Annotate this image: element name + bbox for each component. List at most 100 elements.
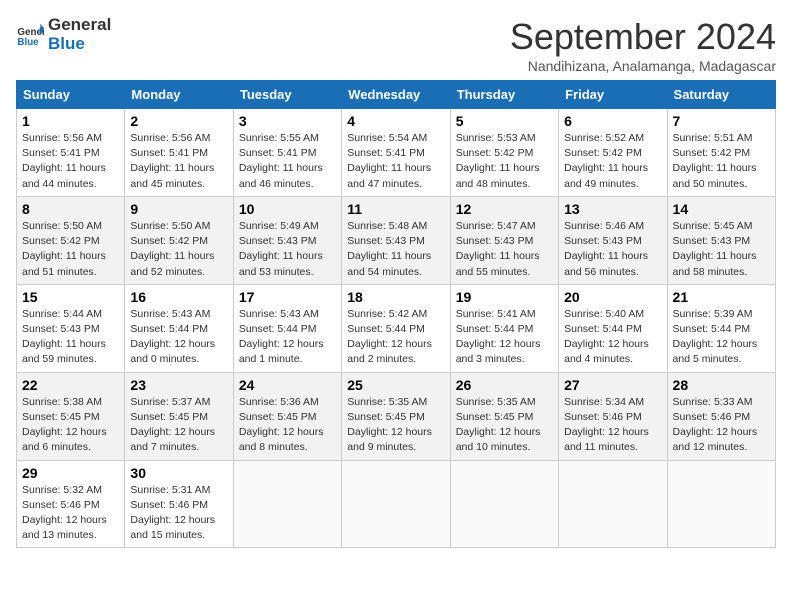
day-number: 27 bbox=[564, 377, 661, 393]
calendar-week-row: 29 Sunrise: 5:32 AM Sunset: 5:46 PM Dayli… bbox=[17, 460, 776, 548]
day-info: Sunrise: 5:44 AM Sunset: 5:43 PM Dayligh… bbox=[22, 307, 119, 368]
calendar-cell: 22 Sunrise: 5:38 AM Sunset: 5:45 PM Dayli… bbox=[17, 372, 125, 460]
day-info: Sunrise: 5:31 AM Sunset: 5:46 PM Dayligh… bbox=[130, 483, 227, 544]
calendar-header-row: SundayMondayTuesdayWednesdayThursdayFrid… bbox=[17, 81, 776, 109]
day-info: Sunrise: 5:40 AM Sunset: 5:44 PM Dayligh… bbox=[564, 307, 661, 368]
calendar-cell: 8 Sunrise: 5:50 AM Sunset: 5:42 PM Daylig… bbox=[17, 196, 125, 284]
calendar-cell bbox=[559, 460, 667, 548]
day-number: 28 bbox=[673, 377, 770, 393]
day-info: Sunrise: 5:49 AM Sunset: 5:43 PM Dayligh… bbox=[239, 219, 336, 280]
day-number: 14 bbox=[673, 201, 770, 217]
calendar-cell: 19 Sunrise: 5:41 AM Sunset: 5:44 PM Dayli… bbox=[450, 284, 558, 372]
day-number: 19 bbox=[456, 289, 553, 305]
day-number: 5 bbox=[456, 113, 553, 129]
calendar-cell: 29 Sunrise: 5:32 AM Sunset: 5:46 PM Dayli… bbox=[17, 460, 125, 548]
calendar-cell bbox=[233, 460, 341, 548]
header-sunday: Sunday bbox=[17, 81, 125, 109]
day-info: Sunrise: 5:45 AM Sunset: 5:43 PM Dayligh… bbox=[673, 219, 770, 280]
day-number: 1 bbox=[22, 113, 119, 129]
header-friday: Friday bbox=[559, 81, 667, 109]
calendar-cell: 3Sunrise: 5:55 AM Sunset: 5:41 PM Daylig… bbox=[233, 109, 341, 197]
calendar-cell: 21 Sunrise: 5:39 AM Sunset: 5:44 PM Dayli… bbox=[667, 284, 775, 372]
header-wednesday: Wednesday bbox=[342, 81, 450, 109]
day-number: 23 bbox=[130, 377, 227, 393]
calendar-cell: 16 Sunrise: 5:43 AM Sunset: 5:44 PM Dayli… bbox=[125, 284, 233, 372]
month-title: September 2024 bbox=[510, 16, 776, 58]
day-info: Sunrise: 5:34 AM Sunset: 5:46 PM Dayligh… bbox=[564, 395, 661, 456]
day-info: Sunrise: 5:54 AM Sunset: 5:41 PM Dayligh… bbox=[347, 131, 444, 192]
day-info: Sunrise: 5:51 AM Sunset: 5:42 PM Dayligh… bbox=[673, 131, 770, 192]
calendar-cell: 23 Sunrise: 5:37 AM Sunset: 5:45 PM Dayli… bbox=[125, 372, 233, 460]
day-info: Sunrise: 5:56 AM Sunset: 5:41 PM Dayligh… bbox=[130, 131, 227, 192]
day-info: Sunrise: 5:38 AM Sunset: 5:45 PM Dayligh… bbox=[22, 395, 119, 456]
day-number: 30 bbox=[130, 465, 227, 481]
day-number: 16 bbox=[130, 289, 227, 305]
day-number: 22 bbox=[22, 377, 119, 393]
header-saturday: Saturday bbox=[667, 81, 775, 109]
day-number: 15 bbox=[22, 289, 119, 305]
calendar-cell: 6 Sunrise: 5:52 AM Sunset: 5:42 PM Daylig… bbox=[559, 109, 667, 197]
calendar-cell: 4 Sunrise: 5:54 AM Sunset: 5:41 PM Daylig… bbox=[342, 109, 450, 197]
calendar-cell: 2 Sunrise: 5:56 AM Sunset: 5:41 PM Daylig… bbox=[125, 109, 233, 197]
calendar-cell: 17 Sunrise: 5:43 AM Sunset: 5:44 PM Dayli… bbox=[233, 284, 341, 372]
calendar-cell: 26Sunrise: 5:35 AM Sunset: 5:45 PM Dayli… bbox=[450, 372, 558, 460]
day-info: Sunrise: 5:50 AM Sunset: 5:42 PM Dayligh… bbox=[22, 219, 119, 280]
day-info: Sunrise: 5:46 AM Sunset: 5:43 PM Dayligh… bbox=[564, 219, 661, 280]
calendar-cell: 12 Sunrise: 5:47 AM Sunset: 5:43 PM Dayli… bbox=[450, 196, 558, 284]
calendar-table: SundayMondayTuesdayWednesdayThursdayFrid… bbox=[16, 80, 776, 548]
logo-line1: General bbox=[48, 16, 111, 35]
calendar-cell: 28 Sunrise: 5:33 AM Sunset: 5:46 PM Dayli… bbox=[667, 372, 775, 460]
calendar-cell: 13Sunrise: 5:46 AM Sunset: 5:43 PM Dayli… bbox=[559, 196, 667, 284]
day-number: 29 bbox=[22, 465, 119, 481]
day-info: Sunrise: 5:39 AM Sunset: 5:44 PM Dayligh… bbox=[673, 307, 770, 368]
day-info: Sunrise: 5:48 AM Sunset: 5:43 PM Dayligh… bbox=[347, 219, 444, 280]
day-number: 25 bbox=[347, 377, 444, 393]
logo-icon: General Blue bbox=[16, 21, 44, 49]
calendar-cell: 5 Sunrise: 5:53 AM Sunset: 5:42 PM Daylig… bbox=[450, 109, 558, 197]
calendar-week-row: 1 Sunrise: 5:56 AM Sunset: 5:41 PM Daylig… bbox=[17, 109, 776, 197]
day-info: Sunrise: 5:33 AM Sunset: 5:46 PM Dayligh… bbox=[673, 395, 770, 456]
calendar-cell: 15 Sunrise: 5:44 AM Sunset: 5:43 PM Dayli… bbox=[17, 284, 125, 372]
calendar-week-row: 22 Sunrise: 5:38 AM Sunset: 5:45 PM Dayli… bbox=[17, 372, 776, 460]
day-number: 11 bbox=[347, 201, 444, 217]
calendar-cell: 9Sunrise: 5:50 AM Sunset: 5:42 PM Daylig… bbox=[125, 196, 233, 284]
day-info: Sunrise: 5:37 AM Sunset: 5:45 PM Dayligh… bbox=[130, 395, 227, 456]
day-info: Sunrise: 5:47 AM Sunset: 5:43 PM Dayligh… bbox=[456, 219, 553, 280]
calendar-cell: 18 Sunrise: 5:42 AM Sunset: 5:44 PM Dayli… bbox=[342, 284, 450, 372]
calendar-cell: 27 Sunrise: 5:34 AM Sunset: 5:46 PM Dayli… bbox=[559, 372, 667, 460]
day-number: 6 bbox=[564, 113, 661, 129]
day-info: Sunrise: 5:43 AM Sunset: 5:44 PM Dayligh… bbox=[239, 307, 336, 368]
day-number: 12 bbox=[456, 201, 553, 217]
calendar-cell: 24 Sunrise: 5:36 AM Sunset: 5:45 PM Dayli… bbox=[233, 372, 341, 460]
calendar-cell: 30 Sunrise: 5:31 AM Sunset: 5:46 PM Dayli… bbox=[125, 460, 233, 548]
day-info: Sunrise: 5:41 AM Sunset: 5:44 PM Dayligh… bbox=[456, 307, 553, 368]
day-info: Sunrise: 5:32 AM Sunset: 5:46 PM Dayligh… bbox=[22, 483, 119, 544]
day-number: 17 bbox=[239, 289, 336, 305]
header-thursday: Thursday bbox=[450, 81, 558, 109]
day-number: 18 bbox=[347, 289, 444, 305]
day-number: 4 bbox=[347, 113, 444, 129]
day-number: 8 bbox=[22, 201, 119, 217]
calendar-cell: 25Sunrise: 5:35 AM Sunset: 5:45 PM Dayli… bbox=[342, 372, 450, 460]
day-info: Sunrise: 5:35 AM Sunset: 5:45 PM Dayligh… bbox=[456, 395, 553, 456]
day-number: 21 bbox=[673, 289, 770, 305]
day-info: Sunrise: 5:42 AM Sunset: 5:44 PM Dayligh… bbox=[347, 307, 444, 368]
day-number: 24 bbox=[239, 377, 336, 393]
day-info: Sunrise: 5:53 AM Sunset: 5:42 PM Dayligh… bbox=[456, 131, 553, 192]
calendar-week-row: 15 Sunrise: 5:44 AM Sunset: 5:43 PM Dayli… bbox=[17, 284, 776, 372]
header-monday: Monday bbox=[125, 81, 233, 109]
calendar-cell bbox=[667, 460, 775, 548]
day-info: Sunrise: 5:55 AM Sunset: 5:41 PM Dayligh… bbox=[239, 131, 336, 192]
day-number: 9 bbox=[130, 201, 227, 217]
day-info: Sunrise: 5:36 AM Sunset: 5:45 PM Dayligh… bbox=[239, 395, 336, 456]
calendar-cell: 11 Sunrise: 5:48 AM Sunset: 5:43 PM Dayli… bbox=[342, 196, 450, 284]
day-number: 2 bbox=[130, 113, 227, 129]
location-subtitle: Nandihizana, Analamanga, Madagascar bbox=[510, 58, 776, 74]
calendar-cell: 1Sunrise: 5:56 AM Sunset: 5:41 PM Daylig… bbox=[17, 109, 125, 197]
logo-line2: Blue bbox=[48, 35, 111, 54]
day-info: Sunrise: 5:43 AM Sunset: 5:44 PM Dayligh… bbox=[130, 307, 227, 368]
calendar-cell: 20Sunrise: 5:40 AM Sunset: 5:44 PM Dayli… bbox=[559, 284, 667, 372]
page-header: General Blue General Blue September 2024… bbox=[16, 16, 776, 74]
calendar-cell: 14 Sunrise: 5:45 AM Sunset: 5:43 PM Dayli… bbox=[667, 196, 775, 284]
day-info: Sunrise: 5:52 AM Sunset: 5:42 PM Dayligh… bbox=[564, 131, 661, 192]
